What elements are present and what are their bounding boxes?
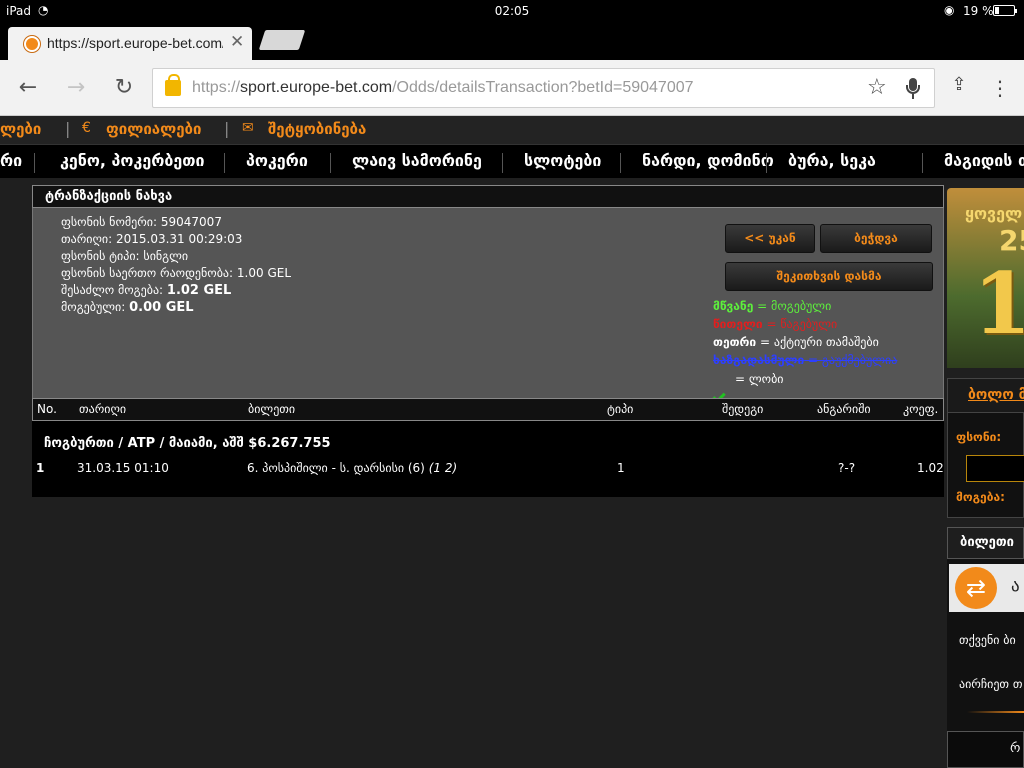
- col-ticket: ბილეთი: [248, 402, 296, 416]
- microphone-icon[interactable]: [905, 76, 921, 102]
- ticket-box: ბილეთი ⇄ ა თქვენი ბი აირჩიეთ თ რ: [947, 527, 1024, 768]
- envelope-icon: ✉: [242, 120, 254, 136]
- lock-icon: [165, 74, 181, 96]
- col-result: შედეგი: [722, 402, 764, 416]
- nav-item-bura[interactable]: ბურა, სეკა: [788, 151, 876, 170]
- url-text[interactable]: https://sport.europe-bet.com/Odds/detail…: [192, 79, 694, 97]
- nav-item-keno[interactable]: კენო, პოკერბეთი: [60, 151, 205, 170]
- row-no: 1: [36, 461, 45, 475]
- win-label: მოგება:: [956, 490, 1005, 504]
- promo-text-mid: 25: [999, 224, 1024, 257]
- row-date: 31.03.15 01:10: [77, 461, 169, 475]
- ask-question-button[interactable]: შეკითხვის დასმა: [725, 262, 933, 291]
- panel-header: ტრანზაქციის ნახვა: [32, 185, 944, 208]
- bet-date: თარიღი: 2015.03.31 00:29:03: [61, 232, 243, 246]
- rotation-lock-icon: ◉: [944, 3, 955, 17]
- ticket-text-1: თქვენი ბი: [959, 633, 1016, 647]
- nav-item-live-casino[interactable]: ლაივ სამორინე: [352, 151, 482, 170]
- table-header: No. თარიღი ბილეთი ტიპი შედეგი ანგარიში კ…: [32, 398, 944, 421]
- col-no: No.: [37, 402, 57, 416]
- legend-even: = ლობი: [735, 372, 784, 386]
- divider: [967, 711, 1024, 713]
- menu-dots-icon[interactable]: ⋮: [990, 74, 1010, 102]
- col-odds: კოეფ.: [903, 402, 939, 416]
- ticket-footer-button[interactable]: რ: [947, 731, 1024, 768]
- table-body: ჩოგბურთი / ATP / მაიამი, აშშ $6.267.755 …: [32, 421, 944, 497]
- nav-separator: [620, 153, 621, 173]
- promo-text-big: 1: [973, 254, 1024, 353]
- tab-strip: https://sport.europe-bet.com/Odds/detail…: [0, 22, 1024, 60]
- row-odds: 1.02: [917, 461, 944, 475]
- site-main-nav: რი კენო, პოკერბეთი პოკერი ლაივ სამორინე …: [0, 144, 1024, 178]
- address-bar[interactable]: https://sport.europe-bet.com/Odds/detail…: [152, 68, 935, 108]
- share-icon[interactable]: ⇪: [948, 74, 970, 102]
- ticket-header: ბილეთი: [947, 527, 1024, 559]
- tab-title: https://sport.europe-bet.com/Odds/detail…: [47, 35, 223, 51]
- nav-item-nardi[interactable]: ნარდი, დომინო: [642, 151, 774, 170]
- top-link-1[interactable]: ლები: [0, 120, 41, 138]
- legend-won: მწვანე = მოგებული: [713, 299, 832, 313]
- clock: 02:05: [494, 4, 530, 18]
- legend-cancelled: ხაზგადასმული = გაუქმებულია: [713, 353, 898, 367]
- nav-item[interactable]: რი: [0, 151, 22, 170]
- legend-active: თეთრი = აქტიური თამაშები: [713, 335, 879, 349]
- browser-toolbar: ← → ↻ https://sport.europe-bet.com/Odds/…: [0, 60, 1024, 116]
- bookmark-star-icon[interactable]: ☆: [867, 75, 887, 100]
- row-event: 6. პოსპიშილი - ს. დარსისი (6) (1 2): [247, 461, 458, 475]
- legend-lost: წითელი = წაგებული: [713, 317, 838, 331]
- site-top-bar: ლები | € ფილიალები | ✉ შეტყობინება: [0, 116, 1024, 144]
- browser-tab[interactable]: https://sport.europe-bet.com/Odds/detail…: [8, 27, 252, 60]
- nav-separator: [34, 153, 35, 173]
- col-score: ანგარიში: [817, 402, 871, 416]
- top-separator: |: [224, 119, 230, 138]
- nav-separator: [502, 153, 503, 173]
- nav-separator: [922, 153, 923, 173]
- won-amount: მოგებული: 0.00 GEL: [61, 300, 194, 315]
- top-link-branches[interactable]: ფილიალები: [106, 120, 201, 138]
- col-date: თარიღი: [79, 402, 127, 416]
- top-separator: |: [65, 119, 71, 138]
- reload-icon[interactable]: ↻: [110, 74, 138, 102]
- nav-item-poker[interactable]: პოკერი: [246, 151, 308, 170]
- bet-label: ფსონი:: [956, 430, 1002, 444]
- site-favicon-icon: [24, 36, 40, 52]
- new-tab-button[interactable]: [258, 30, 306, 50]
- bet-number: ფსონის ნომერი: 59047007: [61, 215, 222, 229]
- shuffle-icon[interactable]: ⇄: [955, 567, 997, 609]
- back-button[interactable]: << უკან: [725, 224, 815, 253]
- transaction-panel: ტრანზაქციის ნახვა ფსონის ნომერი: 5904700…: [32, 185, 944, 497]
- nav-item-table-games[interactable]: მაგიდის თ: [944, 151, 1024, 170]
- bet-stake: ფსონის საერთო რაოდენობა: 1.00 GEL: [61, 266, 292, 280]
- bet-type: ფსონის ტიპი: სინგლი: [61, 249, 189, 263]
- nav-separator: [330, 153, 331, 173]
- possible-win: შესაძლო მოგება: 1.02 GEL: [61, 283, 232, 298]
- nav-separator: [766, 153, 767, 173]
- promo-text-top: ყოველ: [965, 204, 1023, 223]
- strip-text: ა: [1011, 576, 1020, 596]
- promo-banner[interactable]: ყოველ 25 1: [947, 188, 1024, 368]
- row-type: 1: [617, 461, 625, 475]
- col-type: ტიპი: [607, 402, 634, 416]
- random-ticket-strip[interactable]: ⇄ ა: [949, 564, 1024, 612]
- ios-status-bar: iPad ◔ 02:05 ◉ 19 %: [0, 0, 1024, 22]
- back-arrow-icon[interactable]: ←: [14, 74, 42, 102]
- forward-arrow-icon[interactable]: →: [62, 74, 90, 102]
- last-bets-header[interactable]: ბოლო მ: [948, 379, 1024, 413]
- battery-icon: [993, 5, 1017, 16]
- event-group-title: ჩოგბურთი / ATP / მაიამი, აშშ $6.267.755: [44, 436, 331, 451]
- ticket-text-2: აირჩიეთ თ: [959, 677, 1023, 691]
- close-tab-icon[interactable]: ✕: [230, 32, 244, 52]
- battery-percent: 19 %: [963, 4, 994, 18]
- top-link-messages[interactable]: შეტყობინება: [268, 120, 366, 138]
- panel-title: ტრანზაქციის ნახვა: [45, 189, 173, 204]
- row-score: ?-?: [838, 461, 856, 475]
- euro-icon: €: [82, 120, 91, 136]
- bet-amount-field[interactable]: [966, 455, 1024, 482]
- last-bets-box: ბოლო მ ფსონი: მოგება:: [947, 378, 1024, 518]
- transaction-details: ფსონის ნომერი: 59047007 თარიღი: 2015.03.…: [32, 208, 944, 404]
- nav-item-slots[interactable]: სლოტები: [524, 151, 601, 170]
- nav-separator: [224, 153, 225, 173]
- print-button[interactable]: ბეჭდვა: [820, 224, 932, 253]
